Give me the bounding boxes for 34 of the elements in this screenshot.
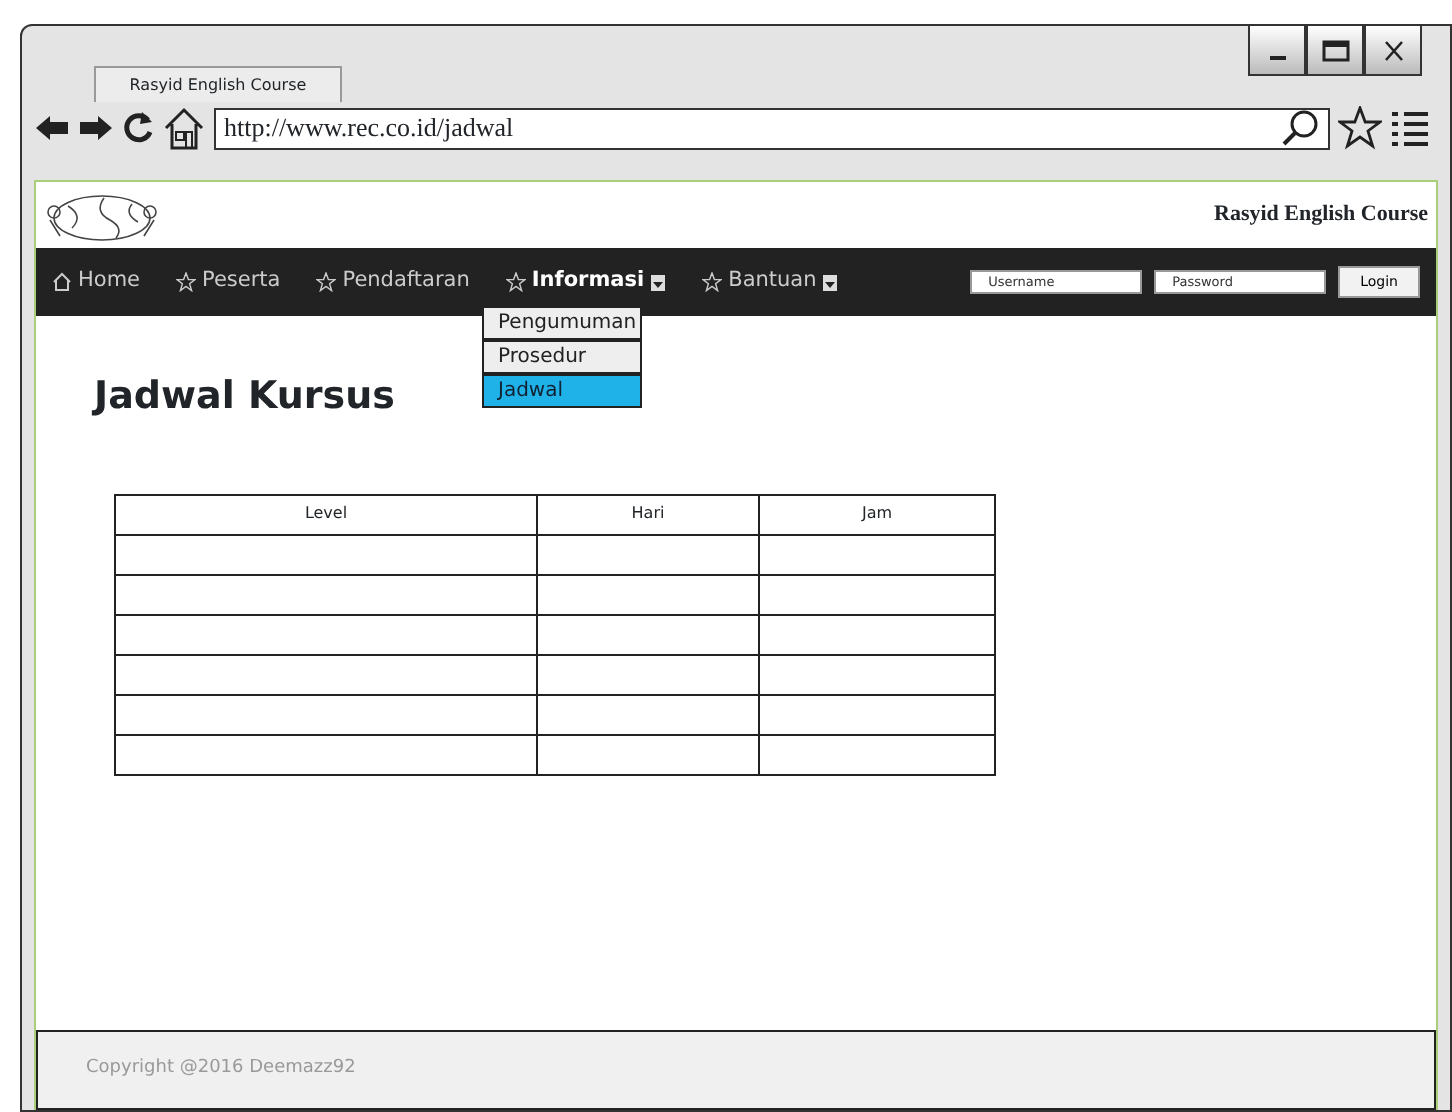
minimize-icon <box>1269 56 1285 60</box>
close-button[interactable] <box>1364 26 1422 76</box>
address-bar[interactable]: http://www.rec.co.id/jadwal <box>214 107 1330 149</box>
nav-link[interactable]: Bantuan <box>702 266 839 298</box>
home-icon <box>162 106 206 150</box>
star-icon <box>505 272 526 292</box>
back-arrow-icon <box>34 112 70 144</box>
nav-link[interactable]: Home <box>52 266 141 298</box>
column-header: Jam <box>759 494 995 534</box>
maximize-icon <box>1321 37 1349 63</box>
nav-link[interactable]: Informasi <box>505 266 667 298</box>
search-icon <box>1280 108 1320 148</box>
column-header: Level <box>115 494 537 534</box>
star-icon <box>176 272 197 292</box>
forward-arrow-icon <box>78 112 114 144</box>
menu-icon <box>1390 108 1430 148</box>
browser-tab[interactable]: Rasyid English Course <box>94 66 342 102</box>
dropdown-item[interactable]: Jadwal <box>482 374 642 408</box>
home-icon <box>52 272 72 292</box>
nav-link[interactable]: Pendaftaran <box>316 266 470 298</box>
column-header: Hari <box>537 494 759 534</box>
reload-icon <box>122 110 154 146</box>
close-icon <box>1379 37 1407 63</box>
nav-link[interactable]: Peserta <box>176 266 281 298</box>
star-icon <box>1338 106 1382 150</box>
star-icon <box>702 272 723 292</box>
site-title: Rasyid English Course <box>1214 200 1428 231</box>
minimize-button[interactable] <box>1248 26 1306 76</box>
maximize-button[interactable] <box>1306 26 1364 76</box>
star-icon <box>316 272 337 292</box>
page-heading: Jadwal Kursus <box>94 372 395 422</box>
footer-text: Copyright @2016 Deemazz92 <box>36 1030 1436 1110</box>
dropdown-item[interactable]: Pengumuman <box>482 306 642 340</box>
dropdown-item[interactable]: Prosedur <box>482 340 642 374</box>
